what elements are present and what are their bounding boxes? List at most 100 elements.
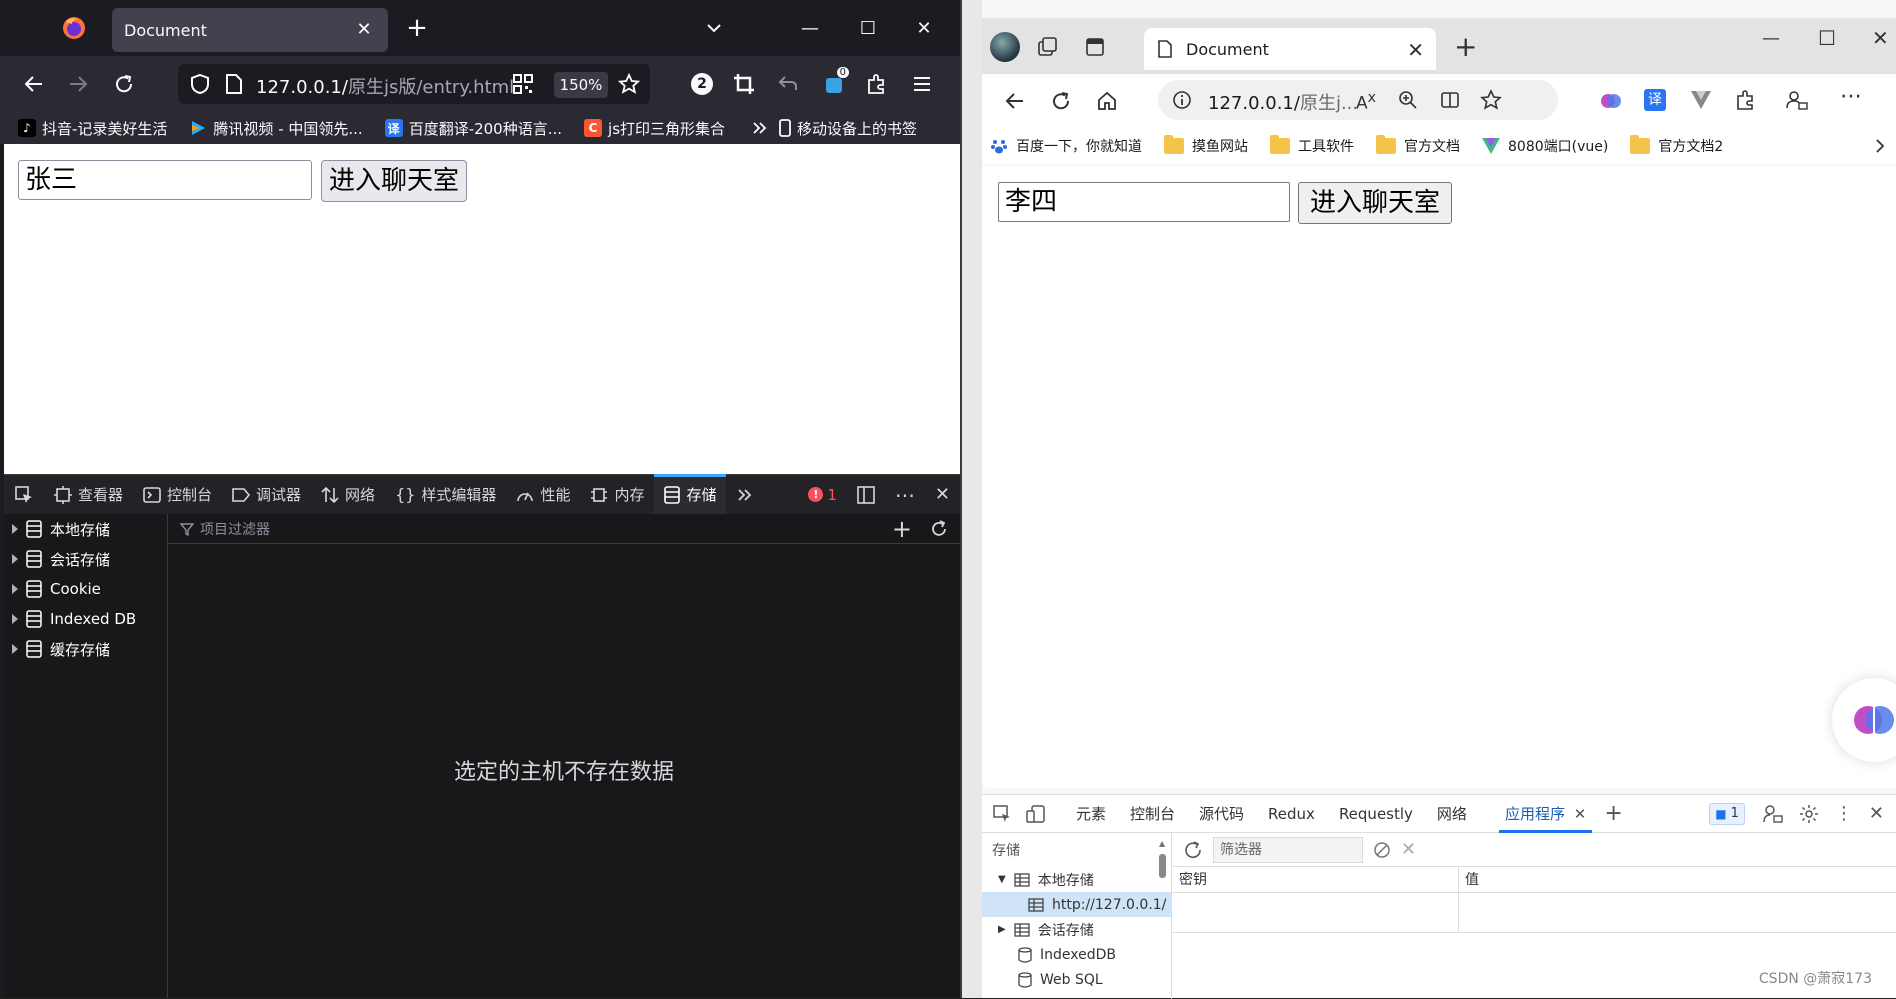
dock-layout-icon[interactable] <box>847 475 885 515</box>
favorites-overflow-chevron-icon[interactable] <box>1874 138 1886 154</box>
devtools-tab-inspector[interactable]: 查看器 <box>44 475 133 515</box>
devtools-tab-performance[interactable]: 性能 <box>506 475 580 515</box>
bookmark-tencent-video[interactable]: 腾讯视频 - 中国领先... <box>189 118 363 139</box>
devtools-tab-storage[interactable]: 存储 <box>654 473 727 515</box>
issues-counter[interactable]: ■ 1 <box>1709 802 1745 825</box>
menu-hamburger-icon[interactable] <box>906 68 938 100</box>
devtools-tab-style-editor[interactable]: {} 样式编辑器 <box>385 475 506 515</box>
bookmark-star-icon[interactable] <box>618 73 640 95</box>
devtools-tab-application[interactable]: 应用程序 ✕ <box>1493 795 1598 833</box>
tree-scrollbar[interactable]: ▲ <box>1159 839 1169 989</box>
storage-tree-item[interactable]: Cookie <box>4 574 167 604</box>
devtools-tab-console[interactable]: 控制台 <box>133 475 222 515</box>
edge-address-bar[interactable]: 127.0.0.1/原生j... Aⅹ <box>1158 80 1558 120</box>
profile-sync-icon[interactable] <box>1786 89 1808 111</box>
extensions-puzzle-icon[interactable] <box>1734 89 1756 111</box>
username-input[interactable]: 张三 <box>18 160 312 200</box>
profile-avatar[interactable] <box>990 32 1020 62</box>
column-header-key[interactable]: 密钥 <box>1173 867 1459 892</box>
qr-code-icon[interactable] <box>512 73 534 95</box>
storage-tree-item[interactable]: 会话存储 <box>4 544 167 574</box>
devtools-tab-elements[interactable]: 元素 <box>1064 795 1118 833</box>
table-row[interactable] <box>1173 893 1896 933</box>
reload-icon[interactable] <box>1048 88 1074 114</box>
storage-filter-input[interactable]: 项目过滤器 <box>200 519 270 539</box>
favorite-folder[interactable]: 官方文档2 <box>1630 135 1723 156</box>
translate-extension-icon[interactable]: 0 <box>818 67 850 100</box>
favorite-baidu[interactable]: 百度一下，你就知道 <box>990 136 1142 156</box>
vertical-tabs-icon[interactable] <box>1082 34 1108 60</box>
scroll-up-arrow-icon[interactable]: ▲ <box>1159 839 1169 848</box>
maximize-icon[interactable]: ☐ <box>848 14 888 44</box>
tree-item-session-storage[interactable]: ▶ 会话存储 <box>982 917 1171 942</box>
delete-selected-icon[interactable]: ✕ <box>1401 839 1416 860</box>
minimize-icon[interactable]: — <box>790 14 830 44</box>
devtools-close-icon[interactable]: ✕ <box>1869 803 1884 824</box>
zoom-level-button[interactable]: 150% <box>554 72 608 98</box>
devtools-tab-network[interactable]: 网络 <box>1425 795 1479 833</box>
crop-icon[interactable] <box>728 68 760 100</box>
devtools-more-icon[interactable]: ⋯ <box>885 475 925 515</box>
settings-more-icon[interactable]: ⋯ <box>1840 84 1862 109</box>
undo-icon[interactable] <box>772 68 804 100</box>
zoom-in-icon[interactable] <box>1398 90 1418 110</box>
bookmarks-overflow-chevron-icon[interactable] <box>751 120 767 136</box>
devtools-tab-debugger[interactable]: 调试器 <box>222 475 311 515</box>
bookmark-csdn[interactable]: C js打印三角形集合 <box>584 118 725 139</box>
devtools-more-icon[interactable]: ⋮ <box>1835 803 1853 824</box>
new-tab-button[interactable]: + <box>1454 30 1477 63</box>
shield-icon[interactable] <box>188 72 212 96</box>
favorite-folder[interactable]: 工具软件 <box>1270 135 1354 156</box>
devtools-tab-redux[interactable]: Redux <box>1256 795 1327 833</box>
back-arrow-icon[interactable] <box>1002 88 1028 114</box>
refresh-icon[interactable] <box>930 519 948 538</box>
devtools-tab-memory[interactable]: 内存 <box>580 475 654 515</box>
bookmark-tiktok[interactable]: ♪ 抖音-记录美好生活 <box>18 118 167 139</box>
username-input[interactable]: 李四 <box>998 182 1290 222</box>
firefox-logo-icon[interactable] <box>60 14 88 42</box>
firefox-tab-document[interactable]: Document ✕ <box>112 8 388 52</box>
close-window-icon[interactable]: ✕ <box>904 14 944 44</box>
vue-devtools-icon[interactable] <box>1690 90 1712 110</box>
enter-chatroom-button[interactable]: 进入聊天室 <box>321 160 467 202</box>
inspect-element-icon[interactable] <box>992 804 1012 824</box>
element-picker-icon[interactable] <box>4 475 44 515</box>
add-panel-icon[interactable]: + <box>1604 801 1622 826</box>
profile-share-icon[interactable] <box>1763 804 1783 824</box>
bookmark-baidu-translate[interactable]: 译 百度翻译-200种语言... <box>384 118 562 139</box>
device-emulation-icon[interactable] <box>1026 804 1046 824</box>
storage-tree-item[interactable]: Indexed DB <box>4 604 167 634</box>
brain-extension-icon[interactable] <box>1600 90 1622 112</box>
extensions-puzzle-icon[interactable] <box>860 68 892 100</box>
storage-tree-item[interactable]: 缓存存储 <box>4 634 167 664</box>
reload-icon[interactable] <box>108 68 140 100</box>
devtools-overflow-chevron-icon[interactable] <box>726 475 762 515</box>
refresh-icon[interactable] <box>1183 840 1203 860</box>
devtools-close-icon[interactable]: ✕ <box>925 475 960 515</box>
tree-item-websql[interactable]: Web SQL <box>982 967 1171 992</box>
favorite-folder[interactable]: 摸鱼网站 <box>1164 135 1248 156</box>
page-icon[interactable] <box>222 72 246 96</box>
close-tab-icon[interactable]: ✕ <box>1407 38 1424 62</box>
firefox-url-bar[interactable]: 127.0.0.1/原生js版/entry.html 150% <box>178 64 650 104</box>
close-tab-icon[interactable]: ✕ <box>1574 805 1587 823</box>
scrollbar-thumb[interactable] <box>1159 854 1166 878</box>
column-header-value[interactable]: 值 <box>1459 867 1896 892</box>
favorite-star-icon[interactable] <box>1480 89 1502 111</box>
home-icon[interactable] <box>1094 88 1120 114</box>
back-arrow-icon[interactable] <box>18 68 50 100</box>
close-tab-icon[interactable]: ✕ <box>354 20 374 40</box>
translate-extension-icon[interactable]: 译 <box>1644 89 1666 111</box>
devtools-tab-console[interactable]: 控制台 <box>1118 795 1187 833</box>
gear-icon[interactable] <box>1799 804 1819 824</box>
workspaces-icon[interactable] <box>1034 34 1060 60</box>
extension-counter-icon[interactable]: 2 <box>686 68 718 100</box>
minimize-icon[interactable]: — <box>1762 28 1780 49</box>
new-tab-button[interactable]: + <box>404 15 430 42</box>
tree-item-local-storage[interactable]: ▼ 本地存储 <box>982 867 1171 892</box>
split-screen-icon[interactable] <box>1440 90 1460 110</box>
devtools-tab-requestly[interactable]: Requestly <box>1327 795 1425 833</box>
storage-filter-input[interactable]: 筛选器 <box>1213 836 1363 863</box>
tab-list-chevron-icon[interactable] <box>702 16 726 40</box>
devtools-tab-network[interactable]: 网络 <box>311 475 385 515</box>
